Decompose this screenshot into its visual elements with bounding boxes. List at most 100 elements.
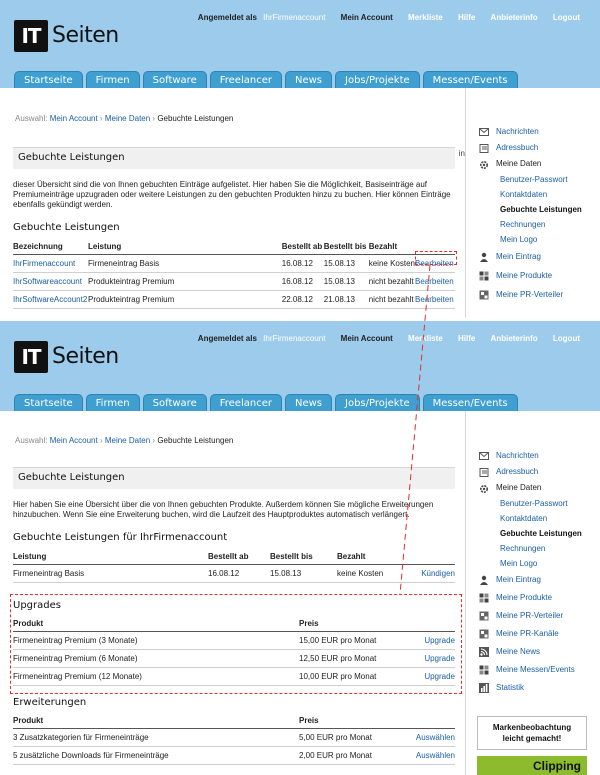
upgrade-link[interactable]: Upgrade	[424, 672, 455, 681]
account-link[interactable]: IhrFirmenaccount	[13, 259, 75, 268]
cell-produkt: Firmeneintrag Premium (6 Monate)	[13, 649, 299, 668]
sidebar-item-mein-eintrag[interactable]: Mein Eintrag	[478, 571, 598, 589]
list-icon	[479, 629, 489, 639]
tab-jobs-projekte[interactable]: Jobs/Projekte	[335, 394, 420, 411]
tab-messen-events[interactable]: Messen/Events	[422, 71, 518, 88]
tab-news[interactable]: News	[284, 71, 332, 88]
edit-link[interactable]: Bearbeiten	[415, 277, 454, 286]
ad-banner-markenbeobachtung[interactable]: Markenbeobachtung leicht gemacht!	[477, 716, 587, 750]
table-header-row: Leistung Bestellt ab Bestellt bis Bezahl…	[13, 552, 455, 565]
sidebar-subitem-mein-logo[interactable]: Mein Logo	[478, 556, 598, 571]
tab-freelancer[interactable]: Freelancer	[209, 71, 282, 88]
sidebar-subitem-gebuchte-leistungen[interactable]: Gebuchte Leistungen	[478, 202, 598, 217]
sidebar-item-label: Mein Eintrag	[496, 575, 541, 584]
col-bezahlt: Bezahlt	[337, 552, 409, 565]
table-row: IhrFirmenaccount Firmeneintrag Basis 16.…	[13, 254, 455, 273]
cell-leistung: Firmeneintrag Basis	[13, 564, 208, 583]
sidebar-item-meine-produkte[interactable]: Meine Produkte	[478, 589, 598, 607]
tab-firmen[interactable]: Firmen	[85, 71, 140, 88]
tab-jobs-projekte[interactable]: Jobs/Projekte	[335, 71, 420, 88]
list-icon	[479, 290, 489, 300]
booked-services-table: Leistung Bestellt ab Bestellt bis Bezahl…	[13, 552, 455, 583]
table-row: IhrSoftwareAccount2 Produkteintrag Premi…	[13, 290, 455, 309]
tab-software[interactable]: Software	[142, 71, 207, 88]
sidebar-subitem-gebuchte-leistungen[interactable]: Gebuchte Leistungen	[478, 526, 598, 541]
account-name[interactable]: IhrFirmenaccount	[263, 334, 325, 343]
sidebar-item-label: Mein Eintrag	[496, 252, 541, 261]
sidebar-item-adressbuch[interactable]: Adressbuch	[478, 464, 598, 480]
person-icon	[479, 252, 489, 262]
sidebar-item-meine-daten[interactable]: Meine Daten	[478, 156, 598, 172]
topnav-logout[interactable]: Logout	[553, 334, 580, 343]
breadcrumb-meine-daten[interactable]: Meine Daten	[105, 114, 150, 123]
sidebar-item-label: Meine PR-Verteiler	[496, 290, 564, 299]
topnav-anbieterinfo[interactable]: Anbieterinfo	[491, 334, 538, 343]
sidebar-subitem-kontaktdaten[interactable]: Kontaktdaten	[478, 511, 598, 526]
tab-messen-events[interactable]: Messen/Events	[422, 394, 518, 411]
sidebar-item-meine-produkte[interactable]: Meine Produkte	[478, 266, 598, 285]
edit-link[interactable]: Bearbeiten	[415, 295, 454, 304]
topnav-merkliste[interactable]: Merkliste	[408, 334, 443, 343]
tab-software[interactable]: Software	[142, 394, 207, 411]
upgrade-link[interactable]: Upgrade	[424, 636, 455, 645]
topnav-merkliste[interactable]: Merkliste	[408, 13, 443, 22]
sidebar-item-meine-pr-verteiler[interactable]: Meine PR-Verteiler	[478, 607, 598, 625]
select-link[interactable]: Auswählen	[416, 733, 455, 742]
topnav-mein-account[interactable]: Mein Account	[341, 334, 393, 343]
topnav-anbieterinfo[interactable]: Anbieterinfo	[491, 13, 538, 22]
sidebar-item-meine-pr-kanaele[interactable]: Meine PR-Kanäle	[478, 625, 598, 643]
upgrades-table: Produkt Preis Firmeneintrag Premium (3 M…	[13, 619, 455, 686]
topnav-logout[interactable]: Logout	[553, 13, 580, 22]
table-row: 3 Zusatzkategorien für Firmeneinträge 5,…	[13, 728, 455, 747]
breadcrumb: Auswahl: Mein Account › Meine Daten › Ge…	[15, 114, 234, 123]
tab-freelancer[interactable]: Freelancer	[209, 394, 282, 411]
sidebar-item-label: Statistik	[496, 683, 525, 692]
logged-in-label: Angemeldet als	[197, 13, 257, 22]
list-icon	[479, 611, 489, 621]
cell-produkt: Firmeneintrag Premium (3 Monate)	[13, 631, 299, 650]
col-leistung: Leistung	[87, 242, 282, 255]
sidebar-subitem-mein-logo[interactable]: Mein Logo	[478, 232, 598, 247]
sidebar-item-statistik[interactable]: Statistik	[478, 679, 598, 697]
page-title: Gebuchte Leistungen	[18, 472, 125, 483]
sidebar-item-adressbuch[interactable]: Adressbuch	[478, 140, 598, 156]
topnav-hilfe[interactable]: Hilfe	[458, 334, 475, 343]
ad-banner-clipping[interactable]: Clipping	[477, 756, 587, 775]
sidebar-item-meine-news[interactable]: Meine News	[478, 643, 598, 661]
col-produkt: Produkt	[13, 716, 299, 729]
breadcrumb-meine-daten[interactable]: Meine Daten	[105, 436, 150, 445]
col-bestellt-bis: Bestellt bis	[323, 242, 369, 255]
account-name[interactable]: IhrFirmenaccount	[263, 13, 325, 22]
col-bezeichnung: Bezeichnung	[13, 242, 88, 255]
grid-icon	[479, 271, 489, 281]
sidebar-item-nachrichten[interactable]: Nachrichten	[478, 124, 598, 140]
table-header-row: Produkt Preis	[13, 619, 455, 632]
sidebar-item-mein-eintrag[interactable]: Mein Eintrag	[478, 247, 598, 266]
sidebar-subitem-rechnungen[interactable]: Rechnungen	[478, 217, 598, 232]
topnav-hilfe[interactable]: Hilfe	[458, 13, 475, 22]
cancel-link[interactable]: Kündigen	[421, 569, 455, 578]
screenshot-after: IT Seiten Angemeldet als IhrFirmenaccoun…	[0, 321, 600, 775]
tab-startseite[interactable]: Startseite	[14, 394, 83, 411]
sidebar-item-nachrichten[interactable]: Nachrichten	[478, 448, 598, 464]
account-link[interactable]: IhrSoftwareaccount	[13, 277, 82, 286]
sidebar-subitem-benutzer-passwort[interactable]: Benutzer-Passwort	[478, 172, 598, 187]
sidebar-item-meine-daten[interactable]: Meine Daten	[478, 480, 598, 496]
sidebar-subitem-rechnungen[interactable]: Rechnungen	[478, 541, 598, 556]
breadcrumb-mein-account[interactable]: Mein Account	[50, 114, 98, 123]
banner-line-2: leicht gemacht!	[502, 734, 562, 743]
topnav-mein-account[interactable]: Mein Account	[341, 13, 393, 22]
breadcrumb-mein-account[interactable]: Mein Account	[50, 436, 98, 445]
tab-news[interactable]: News	[284, 394, 332, 411]
select-link[interactable]: Auswählen	[416, 751, 455, 760]
upgrade-link[interactable]: Upgrade	[424, 654, 455, 663]
sidebar-item-meine-pr-verteiler[interactable]: Meine PR-Verteiler	[478, 285, 598, 304]
account-link[interactable]: IhrSoftwareAccount2	[13, 295, 87, 304]
tab-startseite[interactable]: Startseite	[14, 71, 83, 88]
tab-firmen[interactable]: Firmen	[85, 394, 140, 411]
sidebar-subitem-kontaktdaten[interactable]: Kontaktdaten	[478, 187, 598, 202]
site-header: IT Seiten Angemeldet als IhrFirmenaccoun…	[0, 0, 600, 88]
envelope-icon	[479, 128, 489, 136]
sidebar-subitem-benutzer-passwort[interactable]: Benutzer-Passwort	[478, 496, 598, 511]
sidebar-item-meine-messen-events[interactable]: Meine Messen/Events	[478, 661, 598, 679]
